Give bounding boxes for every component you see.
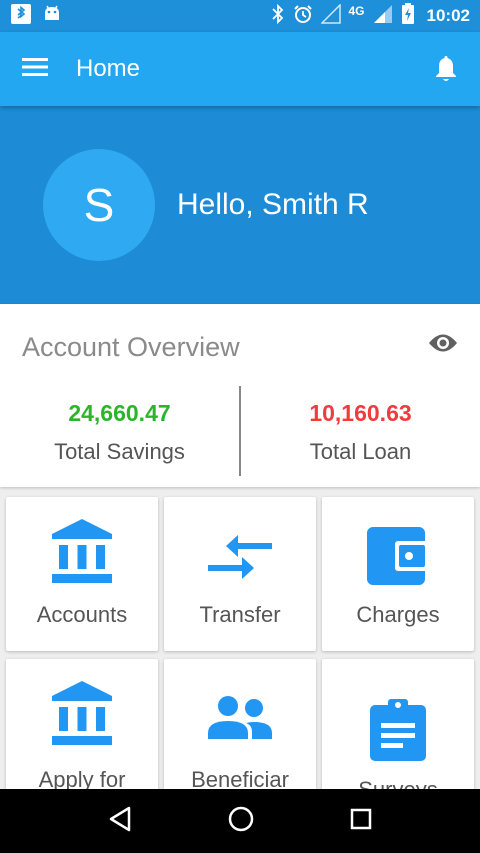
- alarm-icon: [293, 4, 313, 29]
- wallet-icon: [322, 527, 474, 585]
- bluetooth-icon: [271, 3, 285, 29]
- tile-label: Transfer: [199, 602, 281, 627]
- notification-bell-icon[interactable]: [434, 55, 458, 83]
- menu-grid: Accounts Transfer Charges Apply for Bene…: [6, 497, 476, 813]
- status-time: 10:02: [426, 6, 470, 25]
- total-savings: 24,660.47 Total Savings: [0, 400, 239, 465]
- battery-icon: [401, 2, 415, 30]
- status-bar: 4G 10:02: [0, 0, 480, 32]
- page-title: Home: [76, 55, 141, 82]
- savings-label: Total Savings: [54, 439, 185, 464]
- menu-icon[interactable]: [22, 57, 48, 82]
- android-icon: [42, 5, 62, 28]
- back-icon[interactable]: [108, 806, 132, 837]
- tile-transfer[interactable]: Transfer: [164, 497, 316, 651]
- total-loan: 10,160.63 Total Loan: [241, 400, 480, 465]
- recents-icon[interactable]: [350, 808, 372, 835]
- transfer-icon: [164, 535, 316, 579]
- home-icon[interactable]: [228, 806, 254, 837]
- bluetooth-app-icon: [10, 3, 32, 30]
- savings-value: 24,660.47: [68, 400, 171, 426]
- clipboard-icon: [322, 699, 474, 761]
- tile-charges[interactable]: Charges: [322, 497, 474, 651]
- signal-empty-icon: [319, 2, 341, 29]
- account-overview-card: Account Overview 24,660.47 Total Savings…: [0, 304, 480, 487]
- profile-banner: S Hello, Smith R: [0, 106, 480, 304]
- bank-icon: [6, 681, 158, 747]
- loan-value: 10,160.63: [309, 400, 412, 426]
- app-bar: Home: [0, 32, 480, 106]
- tile-label: Accounts: [36, 602, 128, 627]
- loan-label: Total Loan: [309, 439, 412, 464]
- avatar[interactable]: S: [43, 149, 155, 261]
- network-type: 4G: [348, 4, 365, 18]
- overview-title: Account Overview: [22, 332, 240, 362]
- people-icon: [164, 695, 316, 739]
- signal-icon: [373, 4, 393, 29]
- tile-label: Charges: [356, 602, 440, 627]
- eye-icon[interactable]: [428, 332, 458, 359]
- system-nav-bar: [0, 789, 480, 853]
- bank-icon: [6, 519, 158, 585]
- tile-accounts[interactable]: Accounts: [6, 497, 158, 651]
- greeting: Hello, Smith R: [177, 188, 369, 221]
